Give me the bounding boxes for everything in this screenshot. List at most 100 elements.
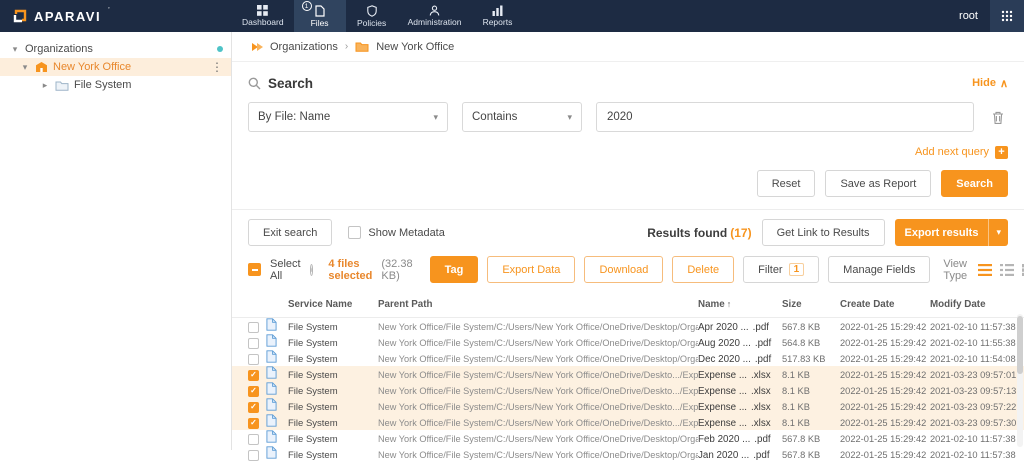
breadcrumb-current[interactable]: New York Office — [376, 41, 454, 53]
operator-select[interactable]: Contains ▾ — [462, 102, 582, 132]
modify-date-cell: 2021-02-10 11:54:08 — [930, 354, 1016, 364]
get-link-button[interactable]: Get Link to Results — [762, 219, 885, 246]
exit-search-button[interactable]: Exit search — [248, 219, 332, 246]
col-create-date[interactable]: Create Date — [840, 299, 930, 310]
filter-button[interactable]: Filter 1 — [743, 256, 819, 283]
top-bar: APARAVI’ Dashboard 1 Files Policies — [0, 0, 1024, 32]
search-button[interactable]: Search — [941, 170, 1008, 197]
main-content: Organizations › New York Office Search H… — [232, 32, 1024, 450]
nav-policies[interactable]: Policies — [346, 0, 398, 32]
service-name-cell: File System — [288, 370, 378, 381]
topbar-right: root — [959, 0, 1024, 32]
modify-date-cell: 2021-02-10 11:57:38 — [930, 450, 1016, 460]
add-query-plus-icon[interactable]: + — [995, 146, 1008, 159]
row-checkbox[interactable] — [248, 450, 259, 461]
reports-icon — [492, 5, 503, 16]
table-row[interactable]: File System New York Office/File System/… — [232, 350, 1024, 366]
table-row[interactable]: File System New York Office/File System/… — [232, 398, 1024, 414]
create-date-cell: 2022-01-25 15:29:42 — [840, 402, 930, 412]
create-date-cell: 2022-01-25 15:29:42 — [840, 418, 930, 428]
nav-files[interactable]: 1 Files — [294, 0, 346, 32]
hide-search-link[interactable]: Hide ∧ — [972, 77, 1008, 90]
sidebar-item-organizations[interactable]: ▾ Organizations — [0, 40, 231, 58]
table-row[interactable]: File System New York Office/File System/… — [232, 334, 1024, 350]
nav-administration[interactable]: Administration — [398, 0, 472, 32]
manage-fields-button[interactable]: Manage Fields — [828, 256, 930, 283]
view-type-switcher — [978, 264, 1024, 276]
results-found-label: Results found — [647, 226, 727, 240]
add-next-query-link[interactable]: Add next query — [915, 146, 989, 158]
name-cell: Dec 2020 ....pdf — [698, 354, 782, 365]
row-checkbox[interactable] — [248, 418, 259, 429]
col-parent-path[interactable]: Parent Path — [378, 299, 698, 310]
chevron-down-icon[interactable]: ▾ — [988, 219, 1008, 246]
table-row[interactable]: File System New York Office/File System/… — [232, 430, 1024, 446]
kebab-menu-icon[interactable]: ⋮ — [211, 61, 223, 73]
apps-grid-icon — [1001, 10, 1013, 22]
table-row[interactable]: File System New York Office/File System/… — [232, 382, 1024, 398]
sidebar-item-file-system[interactable]: ▸ File System — [0, 76, 231, 94]
create-date-cell: 2022-01-25 15:29:42 — [840, 434, 930, 444]
row-checkbox[interactable] — [248, 322, 259, 333]
tag-button[interactable]: Tag — [430, 256, 479, 283]
row-checkbox[interactable] — [248, 402, 259, 413]
size-cell: 517.83 KB — [782, 354, 840, 364]
save-as-report-button[interactable]: Save as Report — [825, 170, 931, 197]
size-cell: 567.8 KB — [782, 434, 840, 444]
file-field-select[interactable]: By File: Name ▾ — [248, 102, 448, 132]
chevron-right-icon[interactable]: ▸ — [40, 80, 50, 91]
view-table-icon[interactable] — [978, 264, 992, 276]
file-icon — [266, 430, 277, 443]
show-metadata-toggle[interactable]: Show Metadata — [348, 226, 444, 239]
service-name-cell: File System — [288, 386, 378, 397]
user-name[interactable]: root — [959, 10, 978, 22]
export-results-button[interactable]: Export results ▾ — [895, 219, 1009, 246]
breadcrumb-root[interactable]: Organizations — [270, 41, 338, 53]
row-checkbox[interactable] — [248, 386, 259, 397]
show-metadata-checkbox[interactable] — [348, 226, 361, 239]
scrollbar-thumb[interactable] — [1017, 316, 1023, 374]
show-metadata-label: Show Metadata — [368, 227, 444, 239]
table-scrollbar[interactable] — [1017, 314, 1023, 447]
file-icon — [266, 318, 277, 331]
row-checkbox[interactable] — [248, 370, 259, 381]
sidebar-item-new-york-office[interactable]: ▾ New York Office ⋮ — [0, 58, 231, 76]
select-all-checkbox[interactable] — [248, 263, 261, 276]
name-cell: Apr 2020 ....pdf — [698, 322, 782, 333]
chevron-up-icon: ∧ — [1000, 77, 1008, 90]
export-data-button[interactable]: Export Data — [487, 256, 575, 283]
size-cell: 8.1 KB — [782, 386, 840, 396]
row-checkbox[interactable] — [248, 434, 259, 445]
apps-grid-button[interactable] — [990, 0, 1024, 32]
selected-size: (32.38 KB) — [381, 258, 412, 282]
chevron-down-icon[interactable]: ▾ — [10, 44, 20, 55]
row-checkbox[interactable] — [248, 338, 259, 349]
trash-icon — [991, 110, 1005, 125]
download-button[interactable]: Download — [584, 256, 663, 283]
col-size[interactable]: Size — [782, 299, 840, 310]
col-name[interactable]: Name↑ — [698, 299, 782, 310]
chevron-down-icon[interactable]: ▾ — [20, 62, 30, 73]
row-checkbox[interactable] — [248, 354, 259, 365]
col-service-name[interactable]: Service Name — [288, 299, 378, 310]
modify-date-cell: 2021-02-10 11:55:38 — [930, 338, 1016, 348]
reset-button[interactable]: Reset — [757, 170, 816, 197]
table-row[interactable]: File System New York Office/File System/… — [232, 414, 1024, 430]
administration-icon — [429, 5, 440, 16]
query-value-input[interactable] — [596, 102, 974, 132]
parent-path-cell: New York Office/File System/C:/Users/New… — [378, 354, 698, 364]
col-modify-date[interactable]: Modify Date — [930, 299, 1016, 310]
nav-reports[interactable]: Reports — [471, 0, 523, 32]
size-cell: 567.8 KB — [782, 322, 840, 332]
info-icon[interactable]: i — [310, 264, 314, 276]
delete-button[interactable]: Delete — [672, 256, 734, 283]
table-row[interactable]: File System New York Office/File System/… — [232, 318, 1024, 334]
service-name-cell: File System — [288, 450, 378, 461]
search-icon — [248, 77, 261, 90]
service-name-cell: File System — [288, 434, 378, 445]
nav-dashboard[interactable]: Dashboard — [232, 0, 294, 32]
delete-query-button[interactable] — [988, 110, 1008, 125]
table-row[interactable]: File System New York Office/File System/… — [232, 446, 1024, 462]
table-row[interactable]: File System New York Office/File System/… — [232, 366, 1024, 382]
view-list-icon[interactable] — [1000, 264, 1014, 276]
